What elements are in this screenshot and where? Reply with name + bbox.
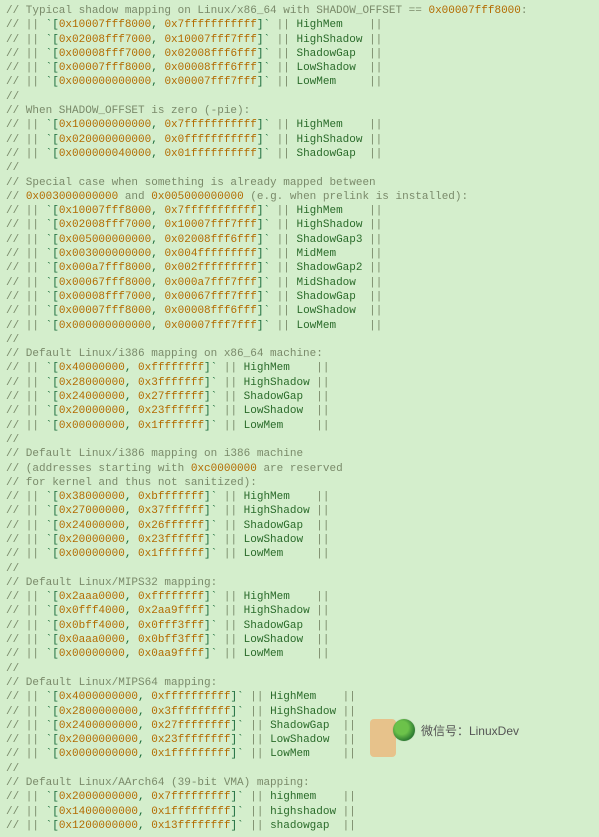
watermark: 微信号：LinuxDev <box>393 719 519 741</box>
watermark-text: 微信号：LinuxDev <box>421 722 519 739</box>
code-block: // Typical shadow mapping on Linux/x86_6… <box>0 0 599 837</box>
wechat-icon <box>393 719 415 741</box>
